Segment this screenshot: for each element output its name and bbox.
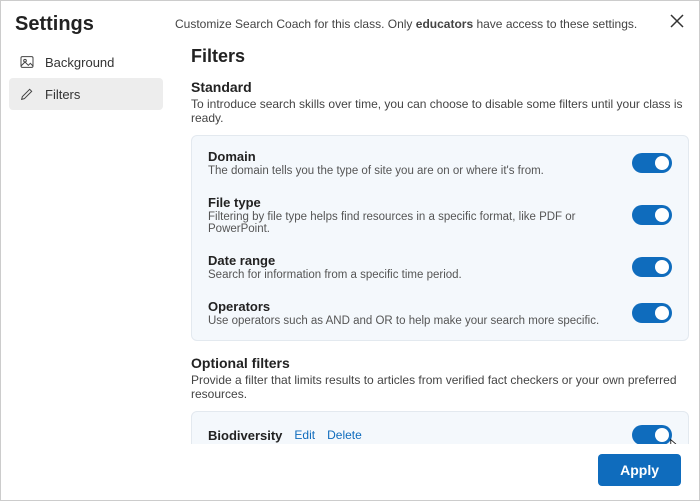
apply-button[interactable]: Apply <box>598 454 681 486</box>
optional-desc: Provide a filter that limits results to … <box>191 373 689 401</box>
row-desc: The domain tells you the type of site yo… <box>208 165 632 177</box>
row-desc: Use operators such as AND and OR to help… <box>208 315 632 327</box>
delete-link[interactable]: Delete <box>327 428 362 442</box>
sidebar-item-filters[interactable]: Filters <box>9 78 163 110</box>
modal-title: Settings <box>15 13 175 36</box>
sidebar-item-label: Background <box>45 55 114 70</box>
toggle-date-range[interactable] <box>632 257 672 277</box>
row-desc: Filtering by file type helps find resour… <box>208 211 632 235</box>
close-button[interactable] <box>665 9 689 33</box>
content-scroll[interactable]: Filters Standard To introduce search ski… <box>171 36 699 444</box>
subtitle-pre: Customize Search Coach for this class. O… <box>175 17 416 31</box>
pencil-icon <box>19 86 35 102</box>
toggle-biodiversity[interactable] <box>632 425 672 444</box>
row-title: Operators <box>208 299 632 314</box>
toggle-operators[interactable] <box>632 303 672 323</box>
row-biodiversity: Biodiversity Edit Delete <box>192 416 688 444</box>
row-domain: Domain The domain tells you the type of … <box>192 140 688 186</box>
modal-footer: Apply <box>171 444 699 500</box>
settings-modal: Settings Customize Search Coach for this… <box>0 0 700 501</box>
toggle-file-type[interactable] <box>632 205 672 225</box>
row-date-range: Date range Search for information from a… <box>192 244 688 290</box>
optional-heading: Optional filters <box>191 355 689 371</box>
modal-body: Background Filters Filters Standard To i… <box>1 36 699 500</box>
sidebar: Background Filters <box>1 36 171 500</box>
row-title: Date range <box>208 253 632 268</box>
standard-desc: To introduce search skills over time, yo… <box>191 97 689 125</box>
row-file-type: File type Filtering by file type helps f… <box>192 186 688 244</box>
subtitle-post: have access to these settings. <box>473 17 637 31</box>
close-icon <box>670 14 684 28</box>
image-icon <box>19 54 35 70</box>
subtitle-bold: educators <box>416 17 473 31</box>
standard-card: Domain The domain tells you the type of … <box>191 135 689 341</box>
page-title: Filters <box>191 46 689 67</box>
standard-heading: Standard <box>191 79 689 95</box>
row-operators: Operators Use operators such as AND and … <box>192 290 688 336</box>
row-title: File type <box>208 195 632 210</box>
row-title-text: Biodiversity <box>208 428 282 443</box>
modal-subtitle: Customize Search Coach for this class. O… <box>175 13 685 31</box>
optional-card: Biodiversity Edit Delete Fact check <box>191 411 689 444</box>
row-title: Domain <box>208 149 632 164</box>
row-title: Biodiversity Edit Delete <box>208 428 632 443</box>
row-desc: Search for information from a specific t… <box>208 269 632 281</box>
main-wrap: Filters Standard To introduce search ski… <box>171 36 699 500</box>
modal-header: Settings Customize Search Coach for this… <box>1 1 699 36</box>
sidebar-item-label: Filters <box>45 87 80 102</box>
toggle-domain[interactable] <box>632 153 672 173</box>
edit-link[interactable]: Edit <box>294 428 315 442</box>
sidebar-item-background[interactable]: Background <box>9 46 163 78</box>
